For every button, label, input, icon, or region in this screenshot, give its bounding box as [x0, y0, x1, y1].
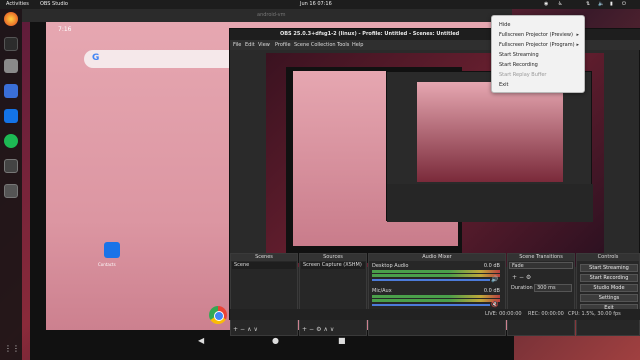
activities-button[interactable]: Activities — [6, 1, 29, 7]
obs-statusbar: LIVE: 00:00:00 REC: 00:00:00 CPU: 1.5%, … — [230, 309, 640, 320]
studio-mode-button[interactable]: Studio Mode — [580, 284, 638, 292]
vscode-icon[interactable] — [4, 109, 18, 123]
menu-start-replay-buffer: Start Replay Buffer — [499, 72, 547, 78]
accessibility-icon[interactable]: ♿ — [558, 1, 562, 7]
firefox-icon[interactable] — [4, 12, 18, 26]
software-icon[interactable] — [4, 84, 18, 98]
volume-meter — [372, 274, 500, 277]
menu-profile[interactable]: Profile — [275, 42, 291, 48]
menu-start-streaming[interactable]: Start Streaming — [499, 52, 539, 58]
emulator-titlebar[interactable]: android-vm — [22, 9, 512, 22]
menu-view[interactable]: View — [258, 42, 270, 48]
obs-icon[interactable] — [4, 159, 18, 173]
transitions-title: Scene Transitions — [508, 254, 574, 261]
scene-item[interactable]: Scene — [232, 262, 296, 269]
add-source-button[interactable]: + — [302, 326, 309, 333]
add-scene-button[interactable]: + — [233, 326, 240, 333]
sources-toolbar: +−⚙∧∨ — [302, 326, 336, 333]
remove-source-button[interactable]: − — [309, 326, 316, 333]
network-icon[interactable]: ⇅ — [586, 1, 590, 7]
transitions-dock: Scene Transitions Fade + − ⚙ Duration 30… — [507, 253, 575, 336]
scenes-toolbar: +−∧∨ — [233, 326, 260, 333]
files-icon[interactable] — [4, 59, 18, 73]
power-icon[interactable]: ⏻ — [622, 1, 626, 7]
menu-file[interactable]: File — [233, 42, 241, 48]
remove-transition-button[interactable]: − — [519, 274, 524, 281]
tray-context-menu: Hide Fullscreen Projector (Preview) ▸ Fu… — [491, 15, 585, 93]
track-name: Mic/Aux — [372, 288, 392, 294]
recents-icon[interactable]: ■ — [338, 336, 346, 345]
scene-down-button[interactable]: ∨ — [253, 326, 259, 333]
apps-grid-icon[interactable]: ⋮⋮ — [4, 344, 20, 358]
volume-icon[interactable]: 🔈 — [598, 1, 604, 7]
clock[interactable]: Jun 16 07:16 — [300, 1, 332, 7]
preview-obs-capture — [386, 71, 593, 222]
emulator-title: android-vm — [257, 12, 286, 18]
contacts-icon[interactable] — [104, 242, 120, 258]
start-streaming-button[interactable]: Start Streaming — [580, 264, 638, 272]
chrome-icon[interactable] — [209, 306, 227, 324]
contacts-label: Contacts — [98, 262, 116, 267]
preview-recursive-capture — [417, 82, 563, 182]
google-icon: G — [92, 53, 100, 63]
menu-edit[interactable]: Edit — [245, 42, 255, 48]
terminal-icon[interactable] — [4, 37, 18, 51]
track-db: 0.0 dB — [483, 288, 500, 294]
volume-meter — [372, 295, 500, 298]
menu-start-recording[interactable]: Start Recording — [499, 62, 538, 68]
preview-obs-docks — [387, 184, 593, 222]
battery-icon[interactable]: ▮ — [610, 1, 613, 7]
menu-projector-preview[interactable]: Fullscreen Projector (Preview) — [499, 32, 573, 38]
source-item[interactable]: Screen Capture (XSHM) — [301, 262, 365, 269]
dock: ⋮⋮ — [0, 9, 22, 360]
spotify-icon[interactable] — [4, 134, 18, 148]
track-name: Desktop Audio — [372, 263, 409, 269]
start-recording-button[interactable]: Start Recording — [580, 274, 638, 282]
transition-settings-icon[interactable]: ⚙ — [526, 274, 531, 281]
obs-title: OBS 25.0.3+dfsg1-2 (linux) - Profile: Un… — [280, 31, 460, 37]
remove-scene-button[interactable]: − — [240, 326, 247, 333]
transition-toolbar: + − ⚙ — [512, 274, 531, 281]
back-icon[interactable]: ◀ — [198, 336, 204, 345]
add-transition-button[interactable]: + — [512, 274, 517, 281]
controls-title: Controls — [577, 254, 639, 261]
track-db: 0.0 dB — [483, 263, 500, 269]
menu-projector-program[interactable]: Fullscreen Projector (Program) — [499, 42, 575, 48]
volume-slider[interactable] — [372, 304, 490, 306]
menu-hide[interactable]: Hide — [499, 22, 510, 28]
transition-select[interactable]: Fade — [509, 262, 573, 269]
controls-dock: Controls Start Streaming Start Recording… — [576, 253, 640, 336]
submenu-arrow-icon: ▸ — [576, 42, 579, 48]
scenes-title: Scenes — [231, 254, 297, 261]
obs-icon-2[interactable] — [4, 184, 18, 198]
menu-scene-collection[interactable]: Scene Collection — [294, 42, 336, 48]
submenu-arrow-icon: ▸ — [576, 32, 579, 38]
duration-label: Duration — [511, 285, 533, 291]
sources-title: Sources — [300, 254, 366, 261]
system-tray: ◉ ♿ ⇅ 🔈 ▮ ⏻ — [536, 0, 636, 9]
volume-slider[interactable] — [372, 279, 490, 281]
volume-meter — [372, 299, 500, 302]
top-bar: Activities OBS Studio Jun 16 07:16 ◉ ♿ ⇅… — [0, 0, 640, 9]
mute-icon[interactable]: 🔇 — [491, 301, 498, 308]
menu-exit[interactable]: Exit — [499, 82, 508, 88]
menu-help[interactable]: Help — [352, 42, 363, 48]
android-status-time: 7:16 — [58, 26, 72, 33]
source-down-button[interactable]: ∨ — [330, 326, 336, 333]
rec-time: REC: 00:00:00 — [528, 311, 564, 317]
obs-tray-icon[interactable]: ◉ — [544, 1, 548, 7]
cpu-usage: CPU: 1.5%, 30.00 fps — [568, 311, 621, 317]
volume-meter — [372, 270, 500, 273]
app-menu[interactable]: OBS Studio — [40, 1, 68, 7]
duration-input[interactable]: 300 ms — [534, 284, 572, 292]
audio-mixer-dock: Audio Mixer Desktop Audio 0.0 dB 🔊 Mic/A… — [368, 253, 506, 336]
menu-tools[interactable]: Tools — [337, 42, 349, 48]
scenes-dock: Scenes Scene +−∧∨ — [230, 253, 298, 336]
live-time: LIVE: 00:00:00 — [485, 311, 522, 317]
sources-dock: Sources Screen Capture (XSHM) +−⚙∧∨ — [299, 253, 367, 336]
settings-button[interactable]: Settings — [580, 294, 638, 302]
home-icon[interactable]: ● — [272, 336, 279, 345]
mixer-title: Audio Mixer — [369, 254, 505, 261]
speaker-icon[interactable]: 🔊 — [491, 276, 498, 283]
